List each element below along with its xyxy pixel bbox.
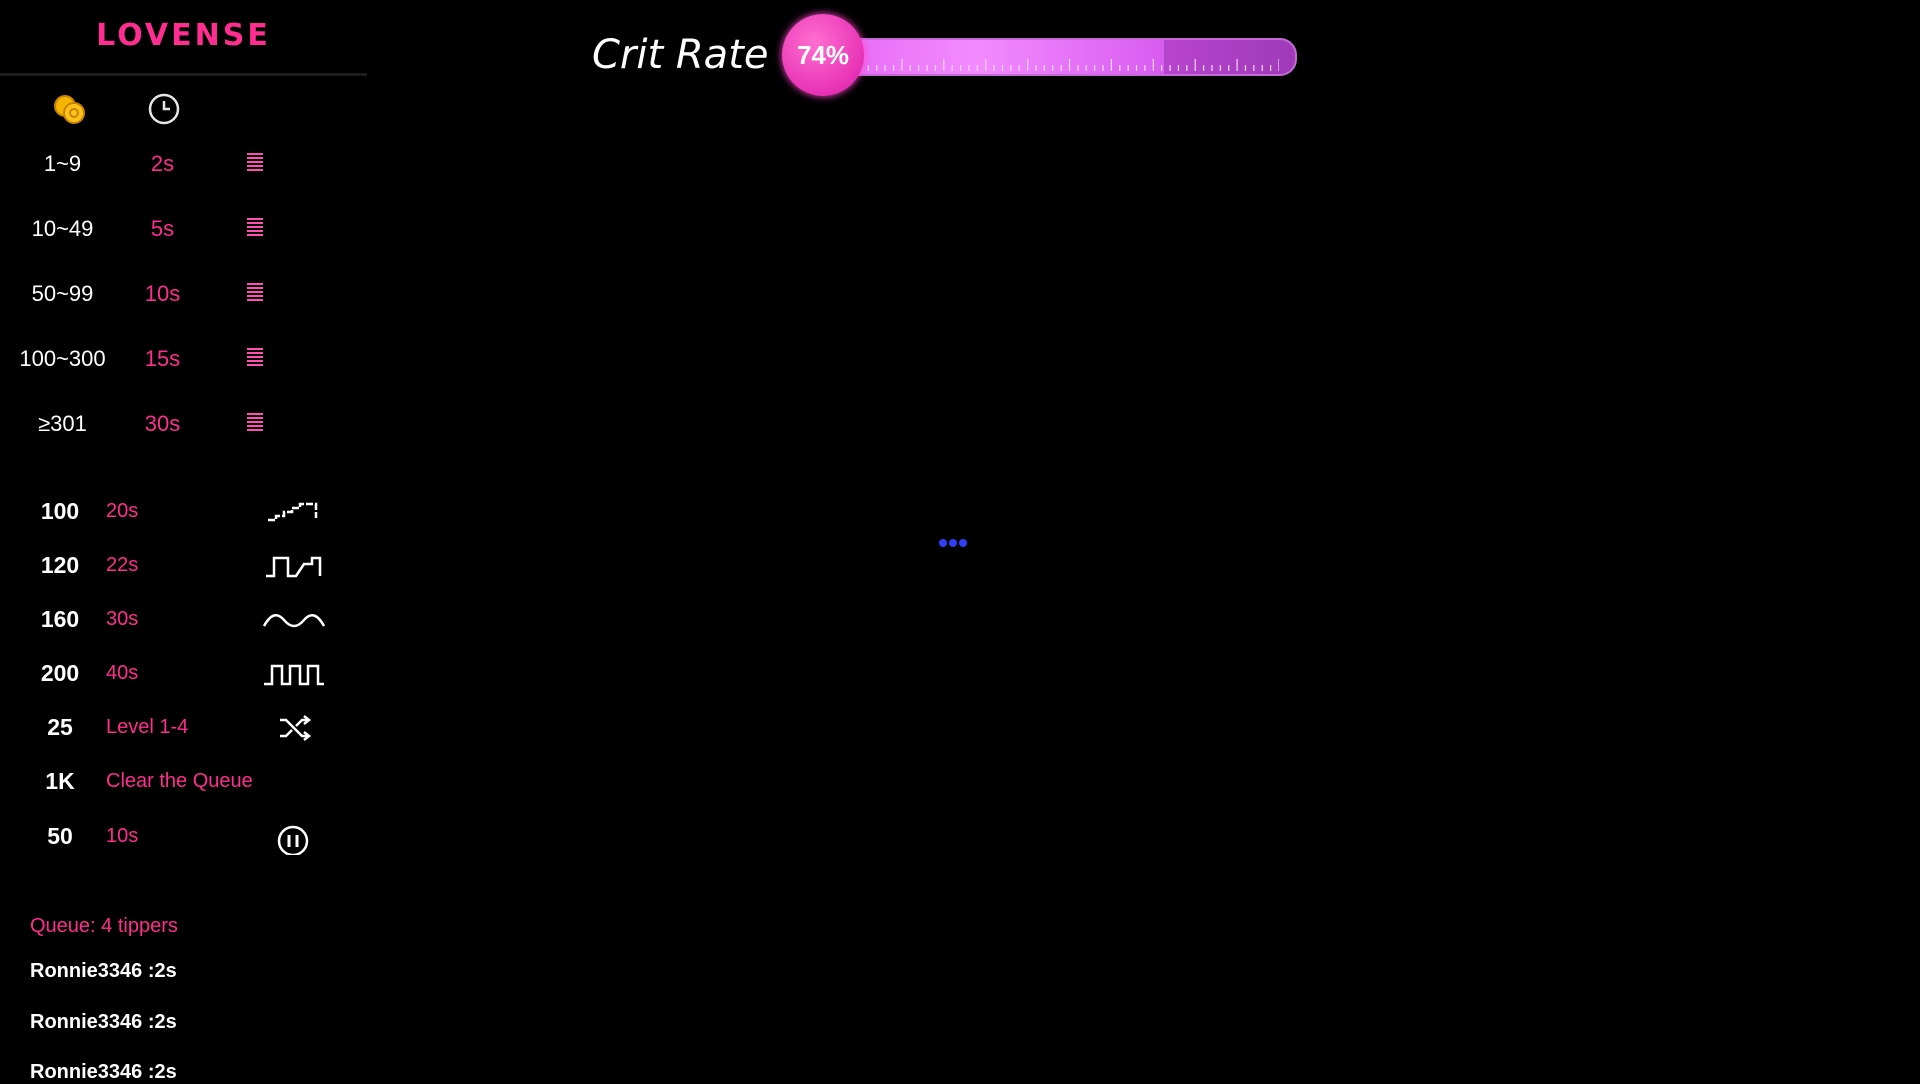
level-duration: 10s: [144, 281, 181, 306]
special-command-row: 200 40s: [0, 652, 367, 692]
special-command-row: 100 20s: [0, 490, 367, 530]
tip-menu-panel: LOVENSE 1~9 2s 10~49 5s 50~99 10s 100~30…: [0, 0, 367, 1083]
square-wave-pattern-icon: [264, 664, 324, 686]
vibration-level-icon: [247, 413, 263, 433]
crit-rate-value: 74%: [782, 14, 864, 96]
level-row: 10~49 5s: [0, 208, 367, 248]
level-range: 10~49: [31, 216, 94, 241]
coins-icon: [52, 92, 88, 133]
special-command-row: 50 10s: [0, 815, 367, 855]
level-duration: 2s: [150, 151, 175, 176]
vibration-level-icon: [247, 218, 263, 238]
loading-dots-icon: [939, 534, 969, 552]
level-range: 1~9: [43, 151, 82, 176]
command-label: 30s: [106, 608, 139, 630]
stairs-pattern-icon: [268, 502, 318, 522]
lovense-logo: LOVENSE: [96, 18, 271, 53]
level-row: 50~99 10s: [0, 273, 367, 313]
crit-rate-label: Crit Rate: [592, 32, 769, 78]
command-label: 10s: [106, 825, 139, 847]
level-range: 100~300: [19, 346, 106, 371]
token-amount: 50: [47, 823, 73, 849]
level-duration: 30s: [144, 411, 181, 436]
special-command-row: 25 Level 1-4: [0, 706, 367, 746]
special-command-row: 1K Clear the Queue: [0, 760, 367, 800]
queue-item: Ronnie3346 :2s: [30, 960, 177, 982]
crit-rate-bar: [788, 38, 1297, 76]
token-amount: 120: [40, 552, 80, 578]
token-amount: 200: [40, 660, 80, 686]
vibration-level-icon: [247, 153, 263, 173]
token-amount: 25: [47, 714, 73, 740]
level-row: ≥301 30s: [0, 403, 367, 443]
special-command-row: 120 22s: [0, 544, 367, 584]
level-range: 50~99: [31, 281, 94, 306]
crit-rate-ticks: [860, 59, 1279, 71]
command-label: 20s: [106, 500, 139, 522]
command-label: 22s: [106, 554, 139, 576]
level-range: ≥301: [38, 411, 87, 436]
queue-item: Ronnie3346 :2s: [30, 1061, 177, 1083]
level-duration: 5s: [150, 216, 175, 241]
token-amount: 100: [40, 498, 80, 524]
command-label: 40s: [106, 662, 139, 684]
queue-item: Ronnie3346 :2s: [30, 1011, 177, 1033]
level-row: 1~9 2s: [0, 143, 367, 183]
vibration-level-icon: [247, 348, 263, 368]
pulse-pattern-icon: [266, 556, 322, 578]
command-label: Level 1-4: [106, 716, 189, 738]
logo-divider: [0, 73, 367, 76]
clock-icon: [147, 92, 181, 131]
wave-pattern-icon: [262, 613, 326, 628]
vibration-level-icon: [247, 283, 263, 303]
token-amount: 1K: [45, 768, 75, 794]
command-label: Clear the Queue: [106, 770, 253, 792]
queue-title: Queue: 4 tippers: [30, 915, 178, 937]
special-command-row: 160 30s: [0, 598, 367, 638]
pause-icon: [277, 825, 309, 855]
token-amount: 160: [40, 606, 80, 632]
level-row: 100~300 15s: [0, 338, 367, 378]
level-duration: 15s: [144, 346, 181, 371]
shuffle-icon: [280, 715, 312, 741]
